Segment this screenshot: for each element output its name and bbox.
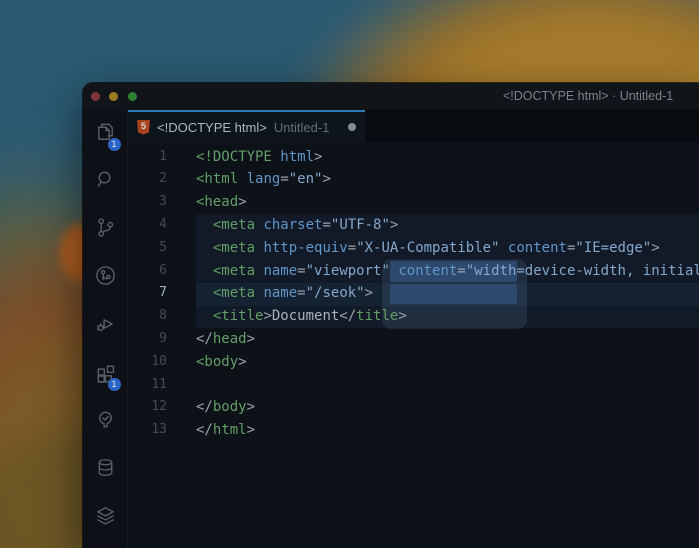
sidebar-item-layers[interactable] <box>83 494 128 542</box>
debug-icon <box>94 312 117 340</box>
sidebar-item-todo-tree[interactable] <box>83 398 128 446</box>
search-icon <box>94 168 117 196</box>
code-line[interactable]: 11 <box>128 374 699 397</box>
tab-secondary-label: Untitled-1 <box>274 120 330 135</box>
code-line[interactable]: 12</body> <box>128 396 699 419</box>
code-line[interactable]: 2<html lang="en"> <box>128 168 699 191</box>
code-text: <meta charset="UTF-8"> <box>167 214 398 237</box>
code-line[interactable]: 1<!DOCTYPE html> <box>128 146 699 169</box>
sidebar-item-explorer[interactable]: 1 <box>83 110 128 158</box>
source-control-icon <box>94 216 117 244</box>
line-number: 13 <box>128 419 167 442</box>
line-number: 4 <box>128 214 167 237</box>
modified-dot-icon[interactable] <box>348 123 356 131</box>
explorer-badge: 1 <box>108 138 121 151</box>
code-text: <html lang="en"> <box>167 168 331 191</box>
code-line[interactable]: 4 <meta charset="UTF-8"> <box>128 214 699 237</box>
extensions-badge: 1 <box>108 378 121 391</box>
html5-icon: 5 <box>137 120 150 135</box>
line-number: 5 <box>128 237 167 260</box>
code-lines: 1<!DOCTYPE html>2<html lang="en">3<head>… <box>128 142 699 442</box>
code-line[interactable]: 3<head> <box>128 191 699 214</box>
line-number: 10 <box>128 351 167 374</box>
line-number: 7 <box>128 282 167 305</box>
code-text: <title>Document</title> <box>167 305 407 328</box>
code-text: <meta http-equiv="X-UA-Compatible" conte… <box>167 237 660 260</box>
sidebar-item-search[interactable] <box>83 158 128 206</box>
code-line[interactable]: 10<body> <box>128 351 699 374</box>
code-text: <meta name="viewport" content="width=dev… <box>167 260 699 283</box>
line-number: 12 <box>128 396 167 419</box>
line-number: 9 <box>128 328 167 351</box>
code-text: <body> <box>167 351 247 374</box>
code-line[interactable]: 9</head> <box>128 328 699 351</box>
close-button[interactable] <box>91 92 100 101</box>
code-text: <!DOCTYPE html> <box>167 146 322 169</box>
code-text: </head> <box>167 328 255 351</box>
sidebar-item-extensions[interactable]: 1 <box>83 350 128 398</box>
activity-bar: 1 <box>83 110 128 548</box>
zoom-button[interactable] <box>128 92 137 101</box>
sidebar-item-database[interactable] <box>83 446 128 494</box>
tree-check-icon <box>94 408 117 436</box>
git-graph-icon <box>94 264 117 292</box>
code-line[interactable]: 8 <title>Document</title> <box>128 305 699 328</box>
code-text: <meta name="/seok"> <box>167 282 373 305</box>
vscode-window: <!DOCTYPE html> · Untitled-1 1 <box>83 83 699 548</box>
tab-untitled-1[interactable]: 5 <!DOCTYPE html> Untitled-1 <box>128 110 365 142</box>
tab-bar: 5 <!DOCTYPE html> Untitled-1 <box>128 110 699 142</box>
line-number: 11 <box>128 374 167 397</box>
sidebar-item-git-graph[interactable] <box>83 254 128 302</box>
sidebar-item-source-control[interactable] <box>83 206 128 254</box>
code-line[interactable]: 5 <meta http-equiv="X-UA-Compatible" con… <box>128 237 699 260</box>
line-number: 2 <box>128 168 167 191</box>
line-number: 6 <box>128 260 167 283</box>
sidebar-item-run-debug[interactable] <box>83 302 128 350</box>
layers-icon <box>94 504 117 532</box>
code-line[interactable]: 13</html> <box>128 419 699 442</box>
database-icon <box>94 456 117 484</box>
code-line[interactable]: 6 <meta name="viewport" content="width=d… <box>128 260 699 283</box>
code-editor[interactable]: 1<!DOCTYPE html>2<html lang="en">3<head>… <box>128 142 699 548</box>
code-text: </html> <box>167 419 255 442</box>
title-bar[interactable]: <!DOCTYPE html> · Untitled-1 <box>83 83 699 110</box>
window-title: <!DOCTYPE html> · Untitled-1 <box>503 89 673 103</box>
code-text <box>167 374 196 397</box>
tab-label: <!DOCTYPE html> <box>157 120 267 135</box>
code-text: <head> <box>167 191 247 214</box>
line-number: 8 <box>128 305 167 328</box>
code-line[interactable]: 7 <meta name="/seok"> <box>128 282 699 305</box>
minimize-button[interactable] <box>109 92 118 101</box>
line-number: 3 <box>128 191 167 214</box>
line-number: 1 <box>128 146 167 169</box>
code-text: </body> <box>167 396 255 419</box>
